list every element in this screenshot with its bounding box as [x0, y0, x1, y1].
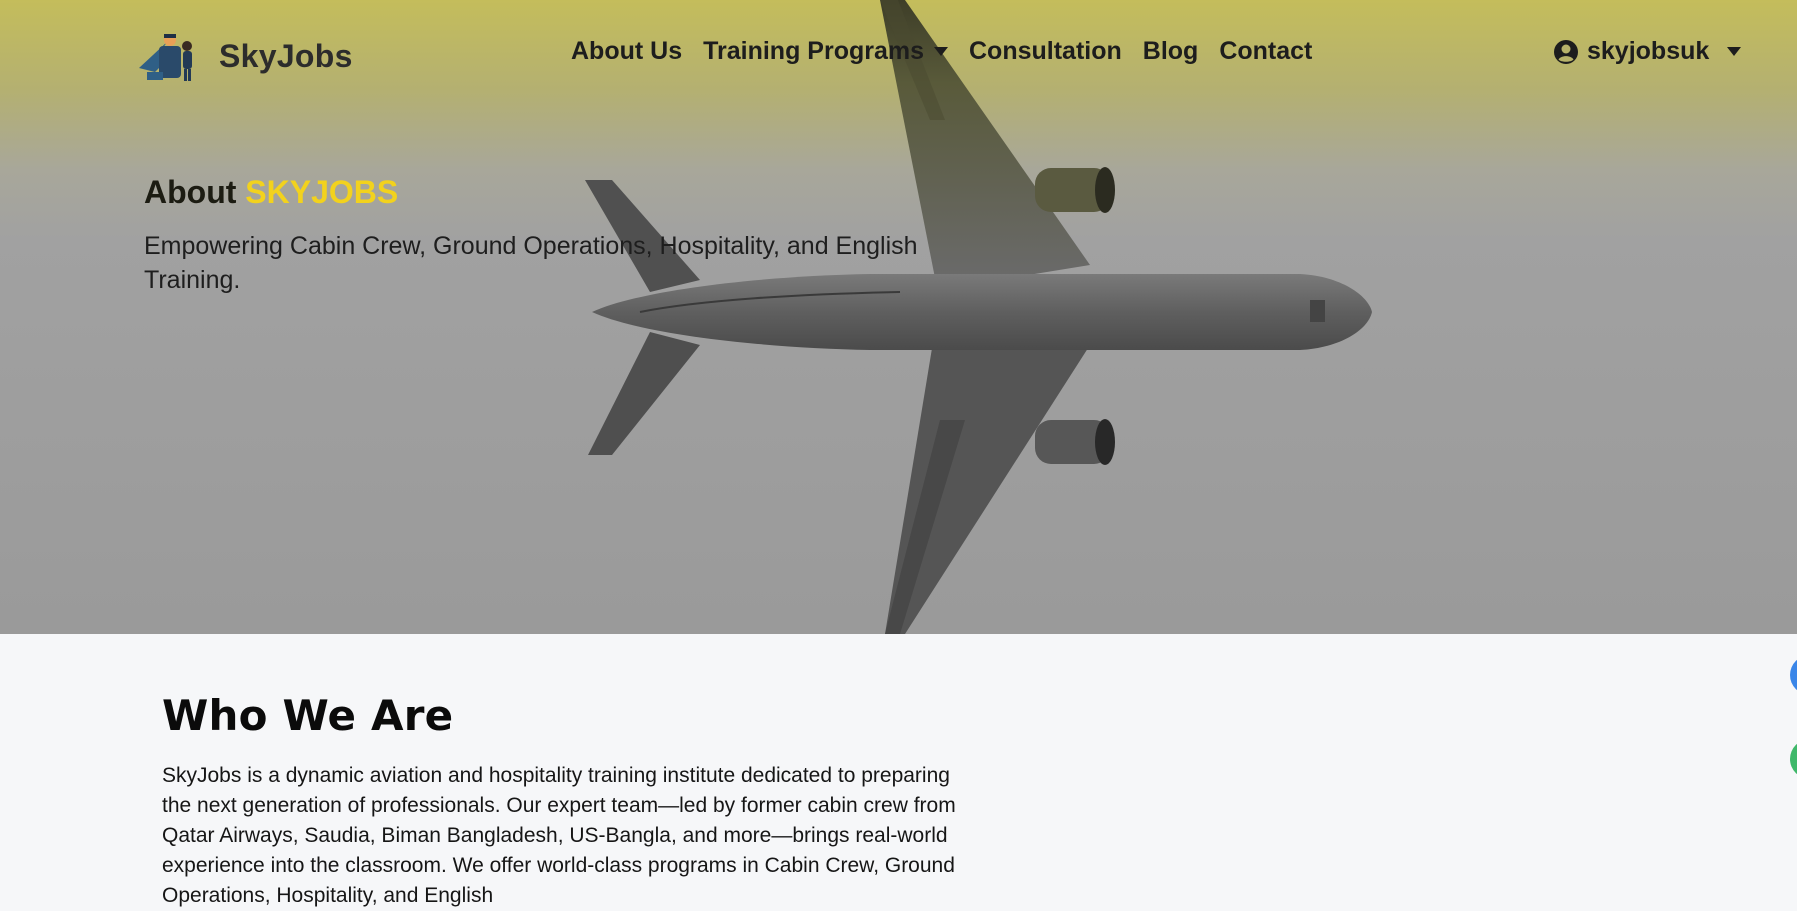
user-name: skyjobsuk	[1587, 37, 1710, 65]
hero-subtitle: Empowering Cabin Crew, Ground Operations…	[144, 232, 918, 294]
nav-consultation[interactable]: Consultation	[969, 37, 1122, 66]
hero-title-prefix: About	[144, 174, 246, 210]
top-navigation: SkyJobs About Us Training Programs Consu…	[0, 0, 1797, 110]
nav-about-us[interactable]: About Us	[571, 37, 682, 66]
skyjobs-logo-icon	[139, 34, 192, 81]
floating-action-button-blue[interactable]	[1790, 655, 1797, 695]
user-menu[interactable]: skyjobsuk	[1553, 37, 1742, 66]
main-menu: About Us Training Programs Consultation …	[571, 37, 1333, 66]
hero-title-accent: SKYJOBS	[245, 174, 399, 210]
floating-action-button-green[interactable]	[1790, 739, 1797, 779]
nav-training-programs[interactable]: Training Programs	[703, 37, 948, 66]
hero-title: About SKYJOBS	[144, 174, 398, 211]
nav-training-programs-label: Training Programs	[703, 37, 924, 65]
user-circle-icon	[1554, 39, 1578, 64]
brand-name: SkyJobs	[219, 37, 353, 74]
nav-blog[interactable]: Blog	[1143, 37, 1199, 66]
brand-logo[interactable]: SkyJobs	[137, 28, 353, 84]
chevron-down-icon	[1727, 47, 1742, 56]
chevron-down-icon	[934, 47, 948, 56]
nav-contact[interactable]: Contact	[1219, 37, 1312, 66]
who-we-are-heading: Who We Are	[162, 691, 454, 740]
who-we-are-text: SkyJobs is a dynamic aviation and hospit…	[162, 764, 956, 907]
